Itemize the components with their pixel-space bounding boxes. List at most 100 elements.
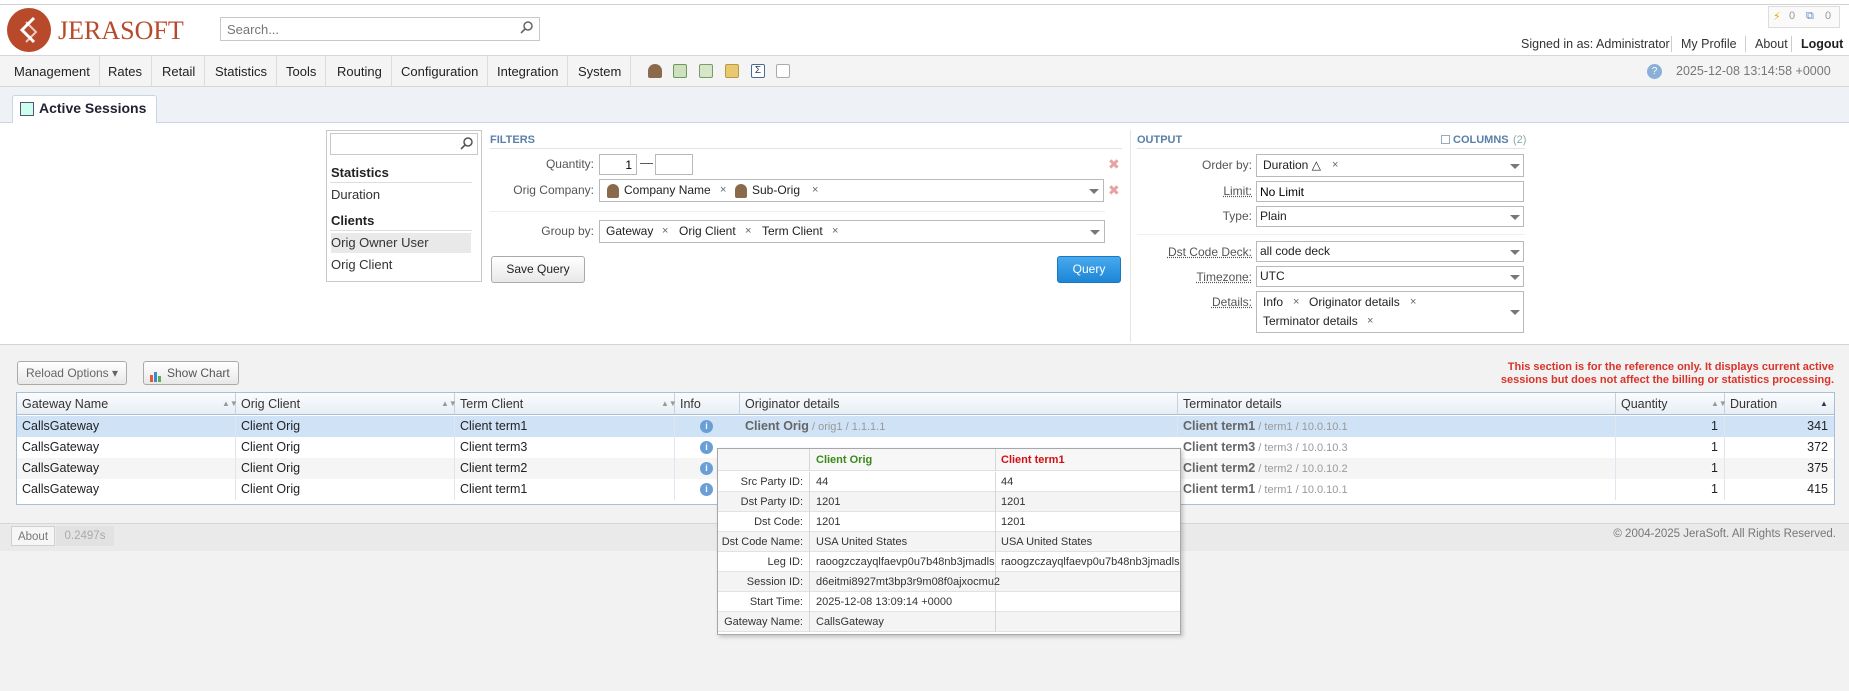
info-icon[interactable]: i [700,462,713,475]
chip-remove-icon[interactable]: × [832,225,838,237]
menu-rates[interactable]: Rates [99,56,152,87]
divider [1791,36,1792,52]
chip-remove-icon[interactable]: × [1410,296,1416,308]
blank-icon[interactable] [776,64,790,78]
type-value: Plain [1260,209,1287,223]
column-header-originator-details[interactable]: Originator details [740,393,1178,415]
notice-line-2: sessions but does not affect the billing… [1500,374,1834,386]
menu-tools[interactable]: Tools [277,56,327,87]
cell-quantity: 1 [1616,416,1725,437]
dst-code-deck-select[interactable]: all code deck [1256,241,1524,262]
column-label: Orig Client [241,397,301,411]
chevron-down-icon[interactable] [1089,189,1099,194]
field-item-orig-owner-user[interactable]: Orig Owner User [331,233,471,253]
column-header-quantity[interactable]: Quantity ▲▼ [1616,393,1727,415]
bar-chart-icon [150,367,162,382]
chip-remove-icon[interactable]: × [662,225,668,237]
search-icon[interactable] [460,136,474,153]
tasks-icon[interactable]: ⧉ [1806,10,1814,23]
details-select[interactable]: Info × Originator details × Terminator d… [1256,291,1524,333]
remove-filter-icon[interactable]: ✖ [1108,182,1120,199]
chip-duration: Duration △ [1263,158,1321,172]
quantity-to-input[interactable] [655,154,693,175]
group-by-select[interactable]: Gateway × Orig Client × Term Client × [599,220,1105,243]
popup-row-label: Leg ID: [718,552,810,572]
footer-about-link[interactable]: About [11,526,55,546]
cell-term-client: Client term2 [455,458,675,479]
show-chart-button[interactable]: Show Chart [143,361,239,385]
chevron-down-icon[interactable] [1510,215,1520,220]
cell-orig-client: Client Orig [236,437,455,458]
popup-row-term-value: raoogzczayqlfaevp0u7b48nb3jmadls [1001,556,1180,568]
logout-link[interactable]: Logout [1801,37,1843,51]
type-select[interactable]: Plain [1256,206,1524,227]
chip-remove-icon[interactable]: × [1367,315,1373,327]
chip-remove-icon[interactable]: × [1293,296,1299,308]
lightning-icon[interactable]: ⚡ [1773,10,1781,23]
popup-row-label: Gateway Name: [718,612,810,632]
info-icon[interactable]: i [700,441,713,454]
company-icon [607,184,619,198]
order-by-select[interactable]: Duration △ × [1256,154,1524,177]
popup-row-term-value: 44 [1001,476,1014,488]
menu-statistics[interactable]: Statistics [206,56,278,87]
sigma-icon[interactable]: Σ [751,64,765,78]
search-icon[interactable] [520,20,538,38]
cell-quantity: 1 [1616,458,1725,479]
order-by-label: Order by: [1201,158,1252,172]
cell-terminator-details: Client term1 / term1 / 10.0.10.1 [1178,416,1616,437]
users-icon[interactable] [648,64,662,78]
chevron-down-icon[interactable] [1510,275,1520,280]
query-button[interactable]: Query [1057,256,1121,283]
chip-remove-icon[interactable]: × [720,184,726,196]
info-icon[interactable]: i [700,420,713,433]
sort-asc-icon[interactable]: ▲ [1820,393,1828,415]
column-header-orig-client[interactable]: Orig Client ▲▼ [236,393,457,415]
chevron-down-icon[interactable] [1510,250,1520,255]
popup-row-label: Start Time: [718,592,810,612]
column-header-duration[interactable]: Duration ▲ [1725,393,1834,415]
reload-options-button[interactable]: Reload Options ▾ [17,361,127,385]
field-item-duration[interactable]: Duration [331,185,471,205]
menu-retail[interactable]: Retail [153,56,206,87]
field-item-orig-client[interactable]: Orig Client [331,255,471,275]
folders-icon[interactable] [725,64,739,78]
chip-remove-icon[interactable]: × [745,225,751,237]
remove-filter-icon[interactable]: ✖ [1108,156,1120,173]
popup-row-term-value [996,592,1180,612]
column-header-terminator-details[interactable]: Terminator details [1178,393,1616,415]
menu-management[interactable]: Management [5,56,100,87]
save-query-button[interactable]: Save Query [491,256,585,283]
info-icon[interactable]: i [700,483,713,496]
report-icon[interactable] [699,64,713,78]
my-profile-link[interactable]: My Profile [1681,37,1737,51]
columns-toggle[interactable]: COLUMNS [1453,134,1509,146]
menu-integration[interactable]: Integration [488,56,569,87]
cell-terminator-details: Client term1 / term1 / 10.0.10.1 [1178,479,1616,500]
column-header-info[interactable]: Info [675,393,740,415]
orig-company-select[interactable]: Company Name × Sub-Orig × [599,179,1104,202]
about-link[interactable]: About [1755,37,1788,51]
menu-configuration[interactable]: Configuration [392,56,489,87]
column-header-term-client[interactable]: Term Client ▲▼ [455,393,677,415]
chevron-down-icon[interactable] [1510,164,1520,169]
quantity-from-input[interactable] [599,154,637,175]
checkbox-icon[interactable] [1441,135,1450,144]
chip-remove-icon[interactable]: × [1332,159,1338,171]
field-search-input[interactable] [330,133,478,155]
document-icon[interactable] [673,64,687,78]
limit-input[interactable] [1256,181,1524,202]
column-header-gateway-name[interactable]: Gateway Name ▲▼ [17,393,238,415]
cell-originator-details: Client Orig / orig1 / 1.1.1.1 [740,416,1178,437]
chevron-down-icon[interactable] [1510,310,1520,315]
cell-term-client: Client term3 [455,437,675,458]
timezone-select[interactable]: UTC [1256,266,1524,287]
menu-system[interactable]: System [569,56,632,87]
menu-routing[interactable]: Routing [328,56,392,87]
help-icon[interactable]: ? [1647,64,1662,79]
logo-icon[interactable] [7,8,51,52]
chevron-down-icon[interactable] [1090,230,1100,235]
render-timing: 0.2497s [56,526,114,546]
search-input[interactable] [220,17,540,41]
chip-remove-icon[interactable]: × [812,184,818,196]
